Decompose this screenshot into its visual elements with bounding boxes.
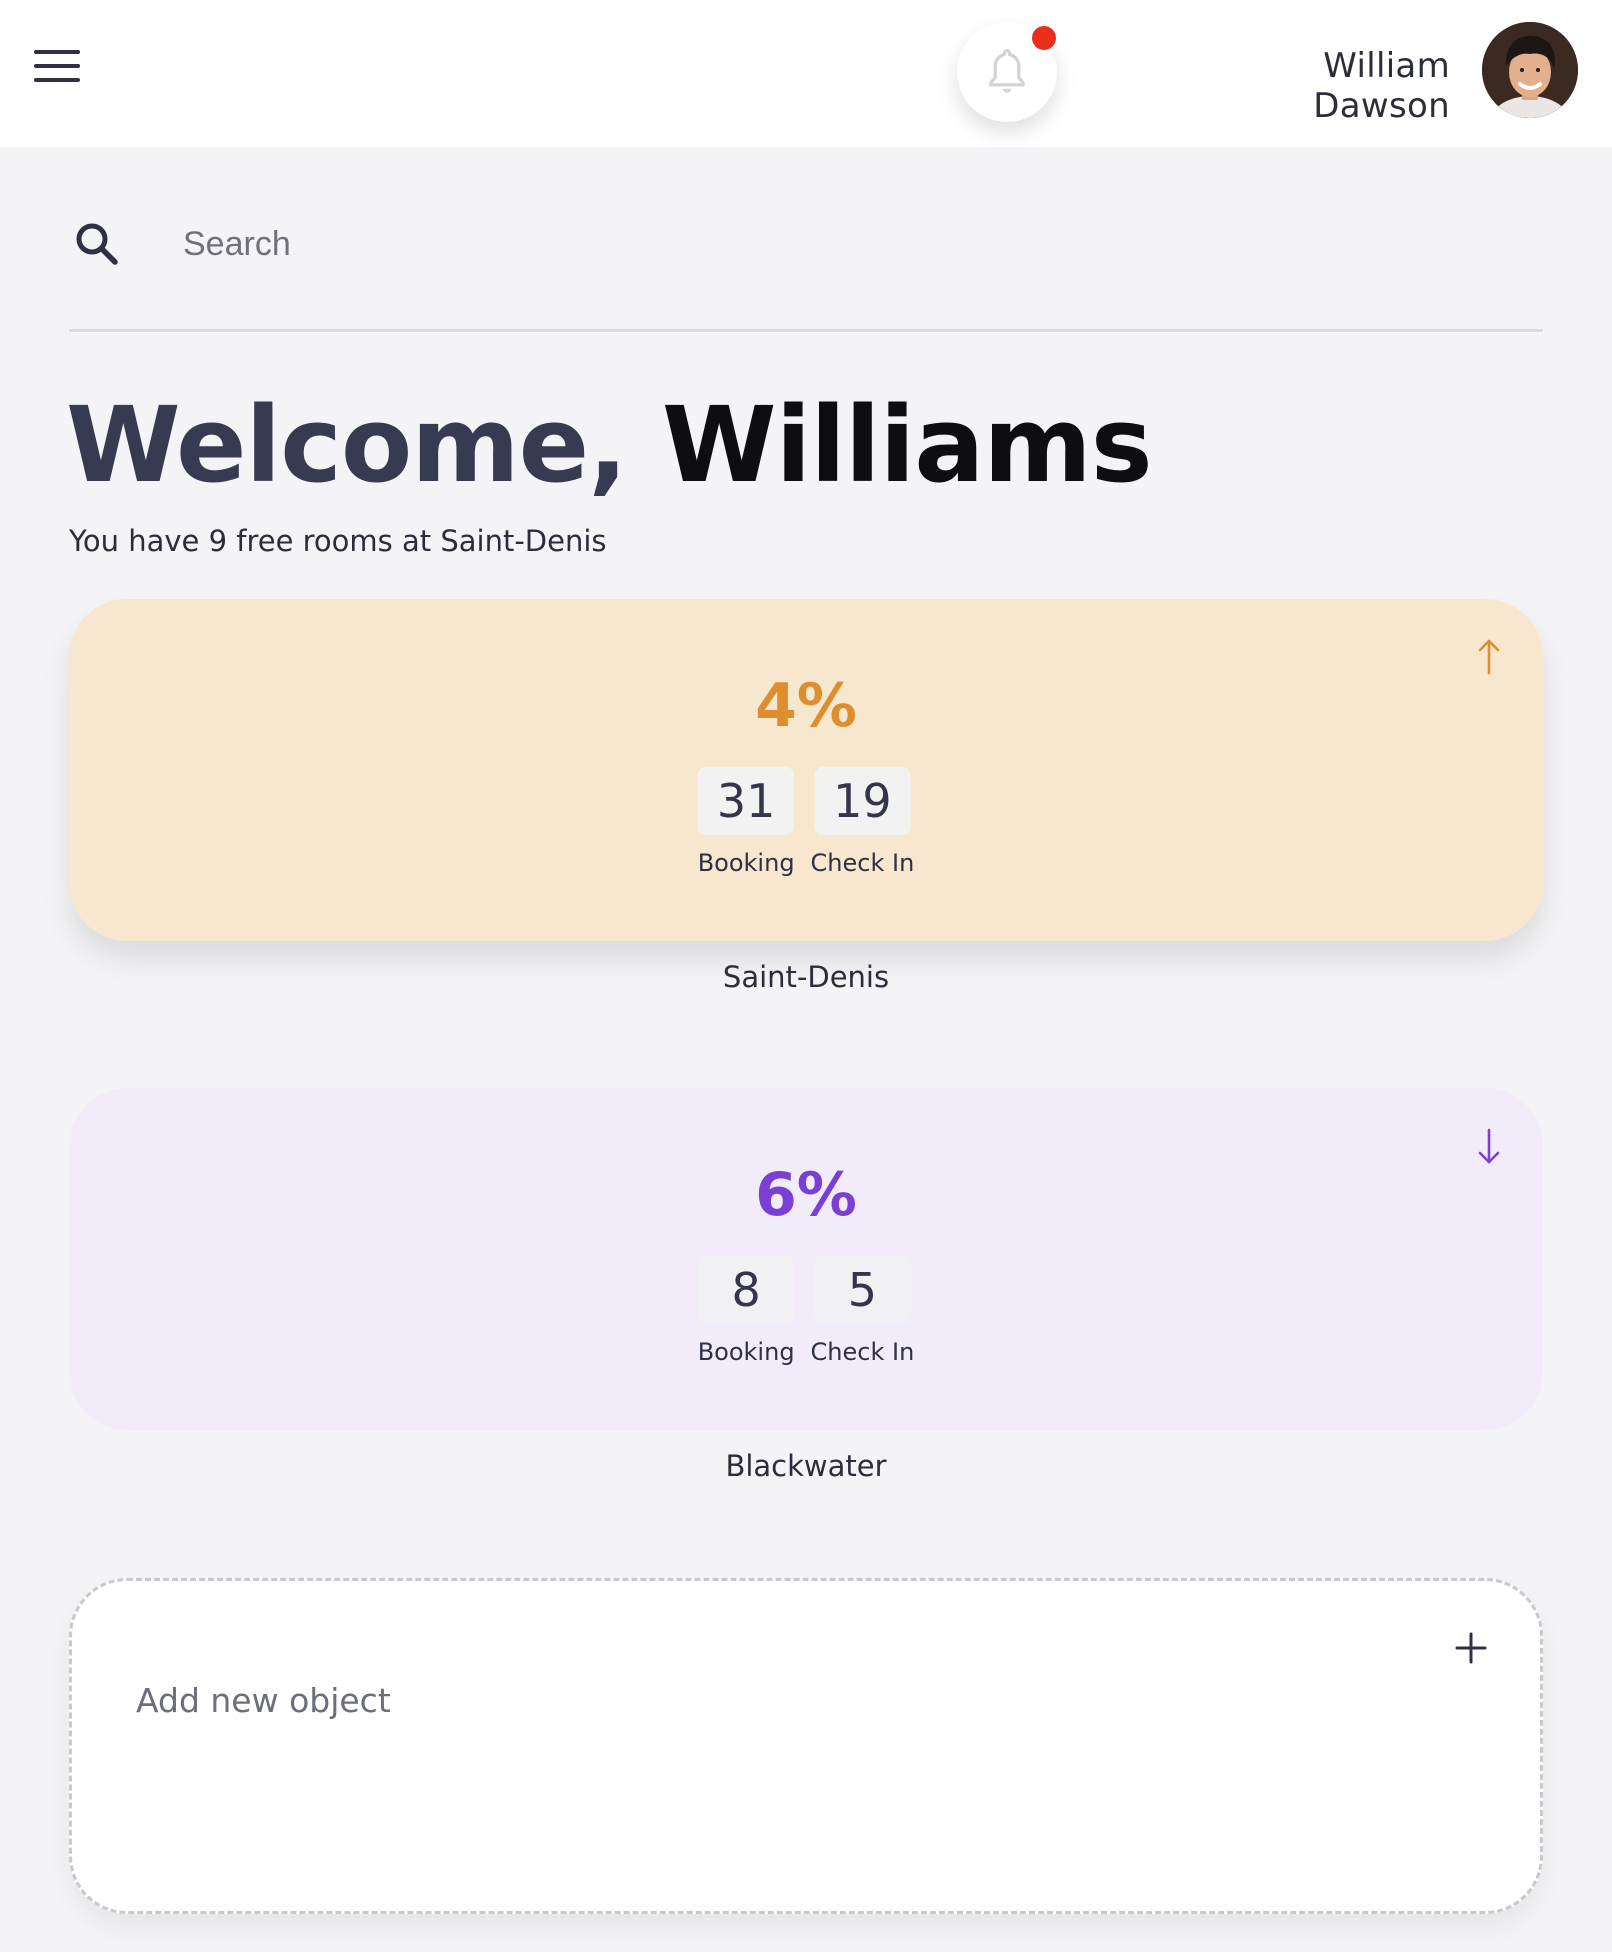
page-title: Welcome, Williams	[66, 384, 1153, 506]
booking-label: Booking	[697, 1338, 795, 1366]
hamburger-menu-icon[interactable]	[34, 50, 80, 82]
booking-count: 31	[698, 767, 795, 835]
occupancy-percent: 4%	[755, 671, 857, 741]
booking-stat: 31 Booking	[698, 767, 795, 877]
checkin-count: 5	[814, 1256, 911, 1324]
notification-badge	[1032, 26, 1056, 50]
location-name: Saint-Denis	[722, 960, 890, 994]
booking-stat: 8 Booking	[698, 1256, 795, 1366]
checkin-stat: 5 Check In	[810, 1256, 915, 1366]
booking-label: Booking	[697, 849, 795, 877]
avatar-photo	[1482, 22, 1578, 118]
location-name: Blackwater	[725, 1449, 887, 1483]
top-bar: William Dawson	[0, 0, 1612, 147]
checkin-label: Check In	[810, 1338, 915, 1366]
bell-icon	[989, 48, 1025, 93]
booking-count: 8	[698, 1256, 795, 1324]
checkin-count: 19	[814, 767, 911, 835]
search-bar	[69, 214, 1543, 332]
welcome-subtitle: You have 9 free rooms at Saint-Denis	[69, 524, 607, 558]
location-card-blackwater[interactable]: 6% 8 Booking 5 Check In	[69, 1088, 1543, 1430]
location-card-saint-denis[interactable]: 4% 31 Booking 19 Check In	[69, 599, 1543, 941]
stats-group: 8 Booking 5 Check In	[698, 1256, 915, 1366]
user-name[interactable]: William Dawson	[1180, 46, 1450, 126]
add-object-card[interactable]: Add new object	[69, 1578, 1543, 1914]
avatar[interactable]	[1482, 22, 1578, 118]
occupancy-percent: 6%	[755, 1160, 857, 1230]
welcome-name: Williams	[661, 384, 1153, 506]
search-icon[interactable]	[73, 220, 121, 268]
add-object-label: Add new object	[136, 1681, 391, 1720]
checkin-stat: 19 Check In	[810, 767, 915, 877]
plus-icon[interactable]	[1454, 1631, 1488, 1665]
search-input[interactable]	[183, 218, 1483, 270]
checkin-label: Check In	[810, 849, 915, 877]
welcome-greeting: Welcome,	[66, 384, 628, 506]
stats-group: 31 Booking 19 Check In	[698, 767, 915, 877]
